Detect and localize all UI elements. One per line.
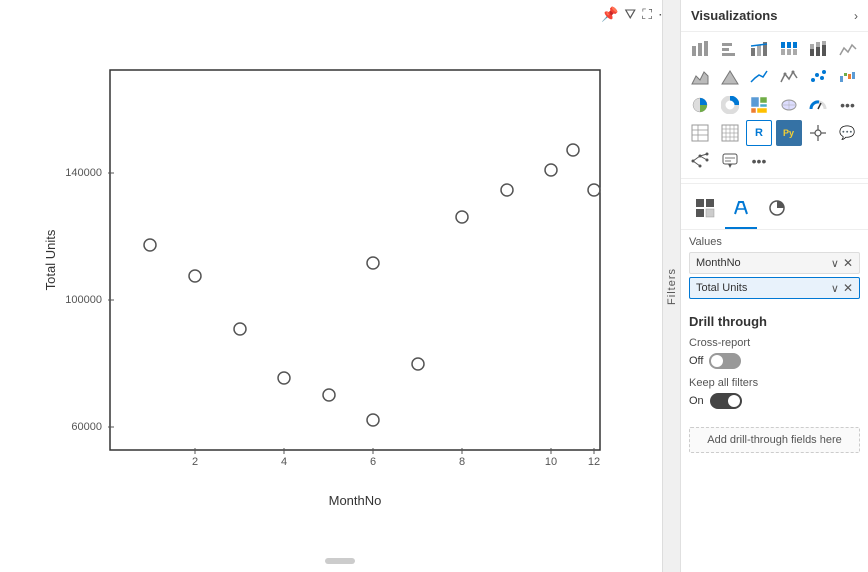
- chart-toolbar: 📌 ⛛ ⛶ ⋯: [0, 0, 680, 28]
- scatter-icon[interactable]: [805, 64, 831, 90]
- table-icon[interactable]: [687, 120, 713, 146]
- scroll-hint: [325, 558, 355, 564]
- keep-filters-state: On: [689, 395, 704, 407]
- filters-panel[interactable]: Filters: [662, 0, 680, 572]
- keep-filters-toggle-row: On: [689, 393, 860, 409]
- month-no-pill-actions: ∨ ✕: [831, 256, 853, 270]
- svg-text:60000: 60000: [71, 421, 102, 433]
- svg-text:6: 6: [370, 456, 376, 468]
- svg-text:8: 8: [459, 456, 465, 468]
- map-icon[interactable]: [776, 92, 802, 118]
- cross-report-toggle-row: Off: [689, 353, 860, 369]
- svg-text:140000: 140000: [65, 167, 102, 179]
- key-influencers-icon[interactable]: [805, 120, 831, 146]
- line2-icon[interactable]: [776, 64, 802, 90]
- fields-tab[interactable]: [689, 194, 721, 229]
- svg-text:100000: 100000: [65, 294, 102, 306]
- py-visual-icon[interactable]: Py: [776, 120, 802, 146]
- scatter-chart: Total Units 60000 100000 140000 2 4 6 8 …: [40, 60, 630, 530]
- total-units-pill-actions: ∨ ✕: [831, 281, 853, 295]
- keep-filters-label: Keep all filters: [689, 377, 860, 389]
- panel-tabs: [681, 188, 868, 230]
- bar-chart-icon[interactable]: [717, 36, 743, 62]
- clustered-bar-icon[interactable]: [776, 36, 802, 62]
- total-units-pill[interactable]: Total Units ∨ ✕: [689, 277, 860, 299]
- gauge-icon[interactable]: [805, 92, 831, 118]
- line-chart-icon[interactable]: [746, 64, 772, 90]
- pie-icon[interactable]: [687, 92, 713, 118]
- keep-filters-toggle[interactable]: [710, 393, 742, 409]
- section-divider: [681, 183, 868, 184]
- main-area: 📌 ⛛ ⛶ ⋯ Total Units 60000 100000 140000 …: [0, 0, 680, 572]
- waterfall-icon[interactable]: [835, 64, 861, 90]
- treemap-icon[interactable]: [746, 92, 772, 118]
- cross-report-state: Off: [689, 355, 703, 367]
- filters-label: Filters: [666, 268, 678, 305]
- viz-expand-icon[interactable]: ›: [854, 9, 858, 23]
- cross-report-toggle[interactable]: [709, 353, 741, 369]
- month-no-pill[interactable]: MonthNo ∨ ✕: [689, 252, 860, 274]
- expand-icon[interactable]: ⛶: [642, 6, 652, 23]
- fields-label: Values: [689, 236, 860, 248]
- svg-text:12: 12: [588, 456, 600, 468]
- drill-through-title: Drill through: [689, 314, 860, 329]
- cross-report-knob: [711, 355, 723, 367]
- area-chart-icon[interactable]: [687, 64, 713, 90]
- svg-text:10: 10: [545, 456, 557, 468]
- viz-icons-grid: ••• R Py 💬 •••: [681, 32, 868, 179]
- matrix-icon[interactable]: [717, 120, 743, 146]
- y-axis-label: Total Units: [43, 229, 58, 290]
- more3-icon[interactable]: •••: [835, 92, 861, 118]
- keep-filters-row: Keep all filters On: [689, 377, 860, 409]
- svg-text:4: 4: [281, 456, 287, 468]
- more4-icon[interactable]: •••: [746, 148, 772, 174]
- mountain-icon[interactable]: [717, 64, 743, 90]
- ribbon-icon[interactable]: [835, 36, 861, 62]
- filter-icon[interactable]: ⛛: [624, 6, 636, 23]
- drill-section: Drill through Cross-report Off Keep all …: [681, 308, 868, 423]
- analytics-tab[interactable]: [761, 194, 793, 229]
- cross-report-label: Cross-report: [689, 337, 860, 349]
- chart-container: Total Units 60000 100000 140000 2 4 6 8 …: [0, 28, 680, 572]
- keep-filters-knob: [728, 395, 740, 407]
- total-units-pill-label: Total Units: [696, 282, 747, 294]
- field-section: Values MonthNo ∨ ✕ Total Units ∨ ✕: [681, 230, 868, 308]
- pin-icon[interactable]: 📌: [601, 6, 618, 23]
- viz-panel-title: Visualizations: [691, 8, 777, 23]
- decomp-tree-icon[interactable]: [687, 148, 713, 174]
- svg-text:2: 2: [192, 456, 198, 468]
- remove-total-units-icon[interactable]: ✕: [843, 281, 853, 295]
- r-visual-icon[interactable]: R: [746, 120, 772, 146]
- x-axis-label: MonthNo: [329, 493, 382, 508]
- viz-header: Visualizations ›: [681, 0, 868, 32]
- month-no-pill-label: MonthNo: [696, 257, 741, 269]
- qna-icon[interactable]: 💬: [835, 120, 861, 146]
- right-panel: Visualizations ›: [680, 0, 868, 572]
- bar-combo-icon[interactable]: [746, 36, 772, 62]
- smart-narrative-icon[interactable]: [717, 148, 743, 174]
- chevron-down-icon2[interactable]: ∨: [831, 282, 839, 295]
- donut-icon[interactable]: [717, 92, 743, 118]
- stacked-bar-chart-icon[interactable]: [687, 36, 713, 62]
- cross-report-row: Cross-report Off: [689, 337, 860, 369]
- stacked-col-icon[interactable]: [805, 36, 831, 62]
- remove-month-no-icon[interactable]: ✕: [843, 256, 853, 270]
- add-drill-fields-label: Add drill-through fields here: [707, 434, 842, 446]
- add-drill-fields-box[interactable]: Add drill-through fields here: [689, 427, 860, 453]
- chevron-down-icon[interactable]: ∨: [831, 257, 839, 270]
- format-tab[interactable]: [725, 194, 757, 229]
